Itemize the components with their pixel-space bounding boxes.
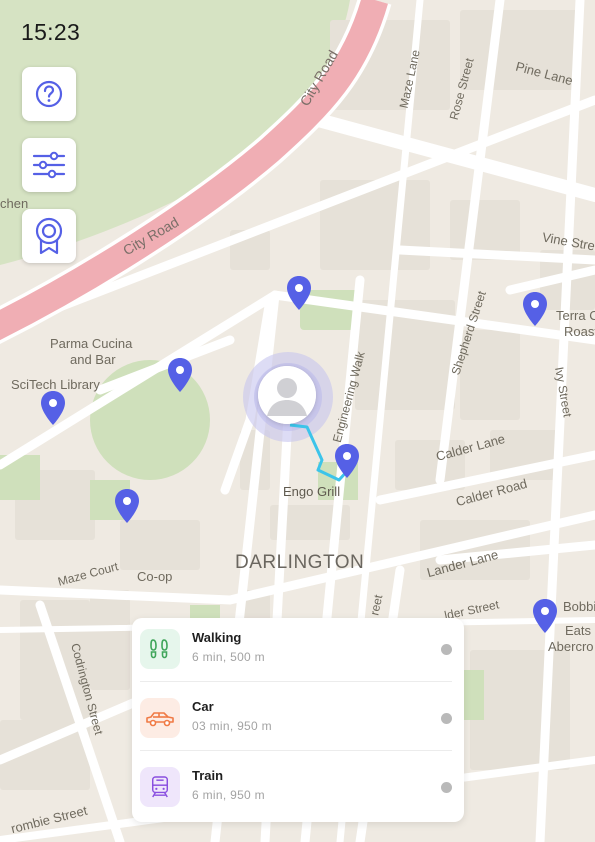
divider bbox=[140, 750, 452, 751]
route-options-card: Walking 6 min, 500 m Car 03 min, 950 m T… bbox=[132, 618, 464, 822]
route-radio-button[interactable] bbox=[441, 713, 452, 724]
place-label: SciTech Library bbox=[11, 377, 100, 392]
place-label: and Bar bbox=[70, 352, 116, 367]
place-label: Parma Cucina bbox=[50, 336, 133, 351]
map-pin-icon[interactable] bbox=[523, 292, 547, 326]
help-button[interactable] bbox=[22, 67, 76, 121]
map-pin-icon[interactable] bbox=[115, 489, 139, 523]
route-duration-distance: 6 min, 500 m bbox=[192, 650, 265, 664]
route-option-walking[interactable]: Walking 6 min, 500 m bbox=[132, 618, 464, 687]
route-mode-label: Train bbox=[192, 768, 224, 783]
car-icon bbox=[146, 712, 174, 727]
map-pin-icon[interactable] bbox=[41, 391, 65, 425]
route-mode-label: Car bbox=[192, 699, 214, 714]
footsteps-icon bbox=[150, 639, 168, 659]
place-label: Terra C bbox=[556, 308, 595, 323]
place-label: Abercro bbox=[548, 639, 594, 654]
sliders-icon bbox=[32, 151, 66, 179]
user-icon bbox=[258, 366, 316, 424]
award-badge-icon bbox=[35, 217, 63, 255]
place-label: Engo Grill bbox=[283, 484, 341, 499]
map-pin-icon[interactable] bbox=[168, 358, 192, 392]
route-option-train[interactable]: Train 6 min, 950 m bbox=[132, 756, 464, 825]
route-icon-container bbox=[140, 629, 180, 669]
help-circle-icon bbox=[35, 80, 63, 108]
map-pin-icon[interactable] bbox=[533, 599, 557, 633]
district-label: DARLINGTON bbox=[235, 552, 365, 573]
place-label: Roast bbox=[564, 324, 595, 339]
route-mode-label: Walking bbox=[192, 630, 242, 645]
route-radio-button[interactable] bbox=[441, 782, 452, 793]
train-icon bbox=[152, 776, 168, 798]
route-icon-container bbox=[140, 698, 180, 738]
place-label: Co-op bbox=[137, 569, 173, 584]
rewards-button[interactable] bbox=[22, 209, 76, 263]
route-duration-distance: 6 min, 950 m bbox=[192, 788, 265, 802]
divider bbox=[140, 681, 452, 682]
filters-button[interactable] bbox=[22, 138, 76, 192]
place-label: chen bbox=[0, 196, 29, 211]
route-option-car[interactable]: Car 03 min, 950 m bbox=[132, 687, 464, 756]
place-label: Eats bbox=[565, 623, 592, 638]
route-radio-button[interactable] bbox=[441, 644, 452, 655]
place-label: Bobbi bbox=[563, 599, 595, 614]
status-time: 15:23 bbox=[21, 19, 81, 45]
map-pin-icon[interactable] bbox=[287, 276, 311, 310]
map-pin-icon[interactable] bbox=[335, 444, 359, 478]
route-duration-distance: 03 min, 950 m bbox=[192, 719, 272, 733]
user-location-avatar[interactable] bbox=[258, 366, 316, 424]
route-icon-container bbox=[140, 767, 180, 807]
